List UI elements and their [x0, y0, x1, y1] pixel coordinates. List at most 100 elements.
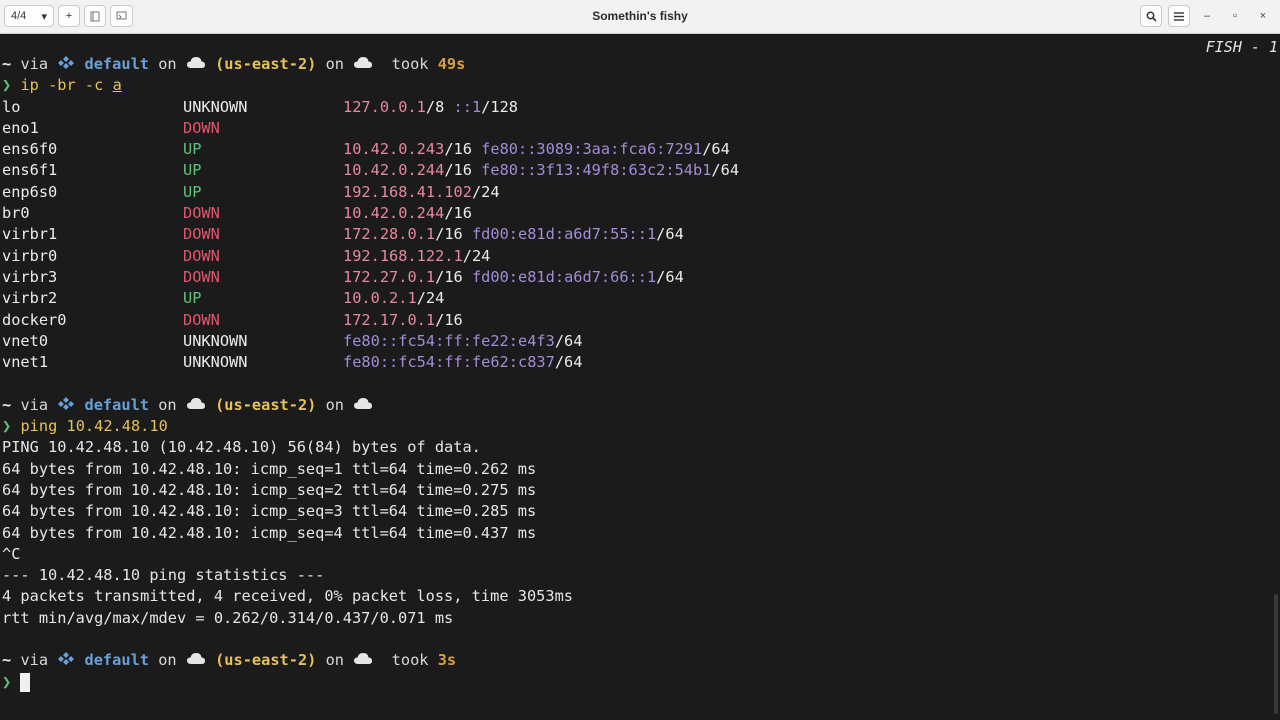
- ipv6-mask: /64: [702, 140, 730, 159]
- broadcast-button[interactable]: [110, 5, 133, 27]
- output-line: rtt min/avg/max/mdev = 0.262/0.314/0.437…: [2, 608, 454, 627]
- ipv4-address: 172.17.0.1: [343, 310, 436, 329]
- split-terminal-button[interactable]: [84, 5, 106, 27]
- ipv6-address: fd00:e81d:a6d7:55::1: [471, 225, 657, 244]
- cloud-icon: [353, 395, 373, 416]
- maximize-button[interactable]: ▫: [1224, 5, 1246, 27]
- prompt-profile: default: [84, 55, 149, 74]
- ipv6-address: fe80::3089:3aa:fca6:7291: [481, 140, 703, 159]
- output-line: --- 10.42.48.10 ping statistics ---: [2, 566, 325, 585]
- command-args: 10.42.48.10: [66, 417, 168, 436]
- interface-name: lo: [2, 97, 21, 116]
- ipv4-address: 10.0.2.1: [343, 289, 417, 308]
- tab-counter: 4/4: [11, 10, 27, 22]
- ipv4-mask: /24: [462, 246, 491, 265]
- ipv6-address: fd00:e81d:a6d7:66::1: [471, 267, 657, 286]
- prompt-line: ~ via default on (us-east-2) on: [2, 395, 739, 416]
- window-title: Somethin's fishy: [592, 9, 688, 23]
- interface-state: DOWN: [183, 118, 220, 137]
- prompt-on: on: [325, 395, 345, 414]
- prompt-arrow-icon: ❯: [2, 672, 12, 691]
- interface-row: vnet0 UNKNOWN fe80::fc54:ff:fe22:e4f3/64: [2, 331, 739, 352]
- ipv4-mask: /16: [435, 267, 463, 286]
- ipv4-mask: /16: [444, 161, 472, 180]
- interface-row: virbr2 UP 10.0.2.1/24: [2, 288, 739, 309]
- interface-row: virbr3 DOWN 172.27.0.1/16 fd00:e81d:a6d7:6…: [2, 267, 739, 288]
- scrollbar[interactable]: [1274, 594, 1278, 714]
- aws-diamond-icon: [57, 54, 75, 75]
- interface-state: UP: [183, 182, 202, 201]
- ipv4-address: 10.42.0.243: [343, 140, 445, 159]
- menu-icon: [1174, 11, 1184, 21]
- cloud-icon: [353, 650, 373, 671]
- cloud-icon: [186, 395, 206, 416]
- interface-row: eno1 DOWN: [2, 118, 739, 139]
- interface-name: virbr0: [2, 246, 58, 265]
- prompt-cwd: ~: [2, 395, 12, 414]
- interface-name: br0: [2, 204, 30, 223]
- window-icon: [116, 11, 127, 20]
- prompt-via: via: [20, 395, 49, 414]
- ipv6-mask: /64: [711, 161, 740, 180]
- interface-name: vnet1: [2, 353, 49, 372]
- ipv4-mask: /16: [435, 225, 463, 244]
- interface-state: DOWN: [183, 246, 220, 265]
- output-line: PING 10.42.48.10 (10.42.48.10) 56(84) by…: [2, 438, 481, 457]
- terminal-view[interactable]: FISH - 1 ~ via default on (us-east-2) on…: [0, 34, 1280, 720]
- input-line[interactable]: ❯: [2, 672, 739, 693]
- prompt-arrow-icon: ❯: [2, 76, 12, 95]
- ipv4-mask: /8: [425, 97, 445, 116]
- prompt-cwd: ~: [2, 55, 12, 74]
- minimize-button[interactable]: –: [1196, 5, 1218, 27]
- ipv6-address: fe80::fc54:ff:fe22:e4f3: [343, 331, 555, 350]
- search-button[interactable]: [1140, 5, 1162, 27]
- interface-name: ens6f0: [2, 140, 58, 159]
- interface-state: DOWN: [183, 225, 220, 244]
- menu-button[interactable]: [1168, 5, 1190, 27]
- ipv6-mask: /64: [656, 225, 684, 244]
- command-name: ip: [20, 76, 39, 95]
- ipv4-mask: /16: [435, 310, 463, 329]
- prompt-duration: 49s: [437, 55, 466, 74]
- ipv6-mask: /128: [481, 97, 519, 116]
- output-line: ^C: [2, 544, 21, 563]
- command-line: ❯ ip -br -c a: [2, 75, 739, 96]
- prompt-profile: default: [84, 395, 149, 414]
- prompt-duration: 3s: [437, 651, 457, 670]
- cloud-icon: [353, 54, 373, 75]
- ipv6-address: ::1: [453, 97, 482, 116]
- cloud-icon: [186, 54, 206, 75]
- chevron-down-icon: ▾: [41, 10, 47, 23]
- ipv4-address: 172.28.0.1: [343, 225, 436, 244]
- interface-row: ens6f0 UP 10.42.0.243/16 fe80::3089:3aa:fc…: [2, 139, 739, 160]
- window-titlebar: 4/4 ▾ + Somethin's fishy – ▫ ×: [0, 0, 1280, 34]
- tab-switcher-button[interactable]: 4/4 ▾: [4, 5, 54, 27]
- prompt-line: ~ via default on (us-east-2) on took 49s: [2, 54, 739, 75]
- output-line: 64 bytes from 10.42.48.10: icmp_seq=4 tt…: [2, 523, 537, 542]
- ipv4-address: 192.168.122.1: [343, 246, 463, 265]
- ipv4-mask: /16: [444, 140, 472, 159]
- prompt-via: via: [20, 651, 49, 670]
- interface-state: UP: [183, 140, 202, 159]
- command-name: ping: [20, 417, 58, 436]
- interface-row: virbr1 DOWN 172.28.0.1/16 fd00:e81d:a6d7:5…: [2, 224, 739, 245]
- new-tab-button[interactable]: +: [58, 5, 80, 27]
- prompt-on: on: [158, 395, 177, 414]
- prompt-via: via: [20, 55, 49, 74]
- interface-state: DOWN: [183, 204, 220, 223]
- output-line: 64 bytes from 10.42.48.10: icmp_seq=3 tt…: [2, 502, 537, 521]
- aws-diamond-icon: [57, 650, 75, 671]
- text-cursor: [20, 672, 31, 692]
- ipv4-address: 127.0.0.1: [343, 97, 426, 116]
- ipv4-mask: /24: [471, 182, 500, 201]
- close-button[interactable]: ×: [1252, 5, 1274, 27]
- search-icon: [1146, 11, 1157, 22]
- cloud-icon: [186, 650, 206, 671]
- interface-state: UNKNOWN: [183, 97, 248, 116]
- interface-row: lo UNKNOWN 127.0.0.1/8 ::1/128: [2, 97, 739, 118]
- interface-row: docker0 DOWN 172.17.0.1/16: [2, 310, 739, 331]
- command-args: a: [112, 76, 122, 95]
- interface-state: UP: [183, 161, 202, 180]
